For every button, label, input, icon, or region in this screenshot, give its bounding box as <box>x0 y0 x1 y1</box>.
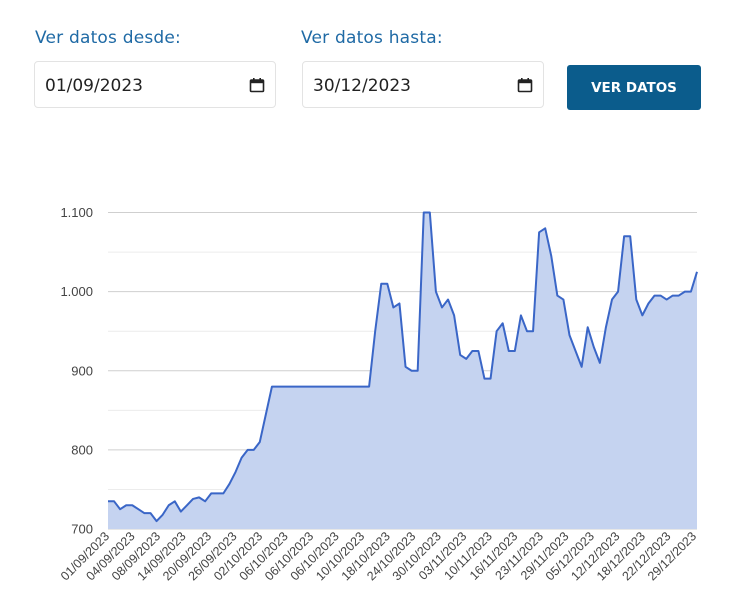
date-to-value: 30/12/2023 <box>313 76 411 96</box>
date-from-value: 01/09/2023 <box>45 76 143 96</box>
y-tick-label: 1.100 <box>60 205 93 220</box>
y-tick-label: 1.000 <box>60 284 93 299</box>
date-to-input[interactable]: 30/12/2023 <box>302 61 544 108</box>
view-data-button[interactable]: VER DATOS <box>567 65 701 110</box>
date-to-label: Ver datos hasta: <box>301 28 443 48</box>
y-tick-label: 800 <box>71 442 93 457</box>
calendar-icon[interactable] <box>249 77 265 93</box>
y-tick-label: 900 <box>71 363 93 378</box>
y-tick-label: 700 <box>71 522 93 537</box>
date-from-input[interactable]: 01/09/2023 <box>34 61 276 108</box>
date-from-label: Ver datos desde: <box>35 28 181 48</box>
calendar-icon[interactable] <box>517 77 533 93</box>
price-area-chart: 7008009001.0001.10001/09/202304/09/20230… <box>58 205 699 583</box>
